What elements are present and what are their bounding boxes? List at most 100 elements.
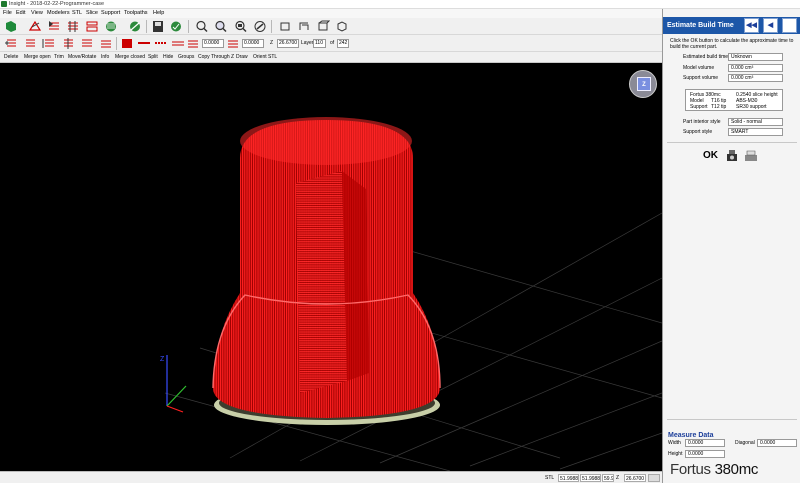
- layer-field[interactable]: 110: [313, 39, 326, 48]
- slice-button[interactable]: [47, 20, 61, 33]
- window-title: Insight - 2018-02-22-Programmer-case: [9, 1, 105, 7]
- support-style-value[interactable]: SMART: [728, 128, 783, 136]
- measure-width-label: Width: [668, 440, 681, 446]
- info-action[interactable]: Info: [101, 52, 109, 63]
- menu-view[interactable]: View: [31, 9, 43, 18]
- merge-open-action[interactable]: Merge open: [24, 52, 51, 63]
- 3d-viewport[interactable]: Z: [0, 63, 662, 471]
- printer-icon[interactable]: [743, 149, 759, 163]
- estimated-build-time-value: Unknown: [728, 53, 783, 61]
- fill-tool-button[interactable]: [128, 20, 142, 33]
- curve-join-icon[interactable]: [80, 37, 94, 50]
- raster-fill-icon[interactable]: [120, 37, 134, 50]
- of-label: of: [330, 40, 335, 46]
- nav-back-button[interactable]: ◀: [763, 18, 778, 33]
- menu-toolpaths[interactable]: Toolpaths: [124, 9, 148, 18]
- menu-file[interactable]: File: [3, 9, 12, 18]
- measure-height-label: Height: [668, 451, 683, 457]
- support-button[interactable]: [66, 20, 80, 33]
- view-front-icon[interactable]: [297, 20, 311, 33]
- layer-label: Layer: [301, 40, 314, 46]
- dash-style-icon[interactable]: [154, 37, 168, 50]
- view-cube-face: Z: [637, 77, 651, 91]
- support-tip: T12 tip: [711, 104, 727, 110]
- line-style-icon[interactable]: [137, 37, 151, 50]
- panel-header: Estimate Build Time ◀◀ ◀: [663, 17, 800, 34]
- curve-split-icon[interactable]: [61, 37, 75, 50]
- stl-tools-button[interactable]: [28, 20, 42, 33]
- width-value-icon[interactable]: [186, 37, 200, 50]
- z-label: Z: [270, 40, 274, 46]
- measure-diagonal-value: 0.0000: [757, 439, 797, 447]
- status-z-label: Z: [616, 475, 620, 481]
- split-action[interactable]: Split: [148, 52, 158, 63]
- title-bar: Insight - 2018-02-22-Programmer-case: [0, 0, 800, 9]
- menu-stl[interactable]: STL: [72, 9, 82, 18]
- model-volume-label: Model volume: [683, 65, 715, 71]
- view-top-icon[interactable]: [278, 20, 292, 33]
- brand-watermark: Fortus 380mc: [670, 461, 758, 478]
- measure-diagonal-label: Diagonal: [735, 440, 755, 446]
- menu-edit[interactable]: Edit: [16, 9, 25, 18]
- width-field[interactable]: 0.0000: [202, 39, 224, 48]
- curve-down-icon[interactable]: [23, 37, 37, 50]
- support-material: SR30 support: [736, 104, 767, 110]
- move-rotate-action[interactable]: Move/Rotate: [68, 52, 96, 63]
- gap-value-icon[interactable]: [226, 37, 240, 50]
- menu-modelers[interactable]: Modelers: [47, 9, 70, 18]
- boundary-icon[interactable]: [99, 37, 113, 50]
- zoom-in-icon[interactable]: [195, 20, 209, 33]
- layer-total: 242: [337, 39, 349, 48]
- trim-action[interactable]: Trim: [54, 52, 64, 63]
- ok-button[interactable]: OK: [703, 149, 718, 163]
- menu-help[interactable]: Help: [153, 9, 164, 18]
- measure-title: Measure Data: [668, 432, 714, 439]
- nav-forward-button[interactable]: [782, 18, 797, 33]
- pan-icon[interactable]: [253, 20, 267, 33]
- contour-style-icon[interactable]: [171, 37, 185, 50]
- status-y2: 59.9999: [602, 474, 614, 482]
- hide-action[interactable]: Hide: [163, 52, 173, 63]
- print-job-icon[interactable]: [725, 149, 739, 163]
- support-volume-label: Support volume: [683, 75, 719, 81]
- status-stl-label: STL: [545, 475, 555, 481]
- nav-first-button[interactable]: ◀◀: [744, 18, 759, 33]
- axis-z-label: Z: [160, 356, 165, 363]
- view-iso-icon[interactable]: [335, 20, 349, 33]
- add-curve-icon[interactable]: [4, 37, 18, 50]
- support-label: Support: [690, 104, 708, 110]
- curve-up-icon[interactable]: [42, 37, 56, 50]
- delete-action[interactable]: Delete: [4, 52, 18, 63]
- z-height-field[interactable]: 26.6700: [277, 39, 299, 48]
- copy-through-z-action[interactable]: Copy Through Z: [198, 52, 234, 63]
- panel-description: Click the OK button to calculate the app…: [670, 38, 794, 50]
- support-style-label: Support style: [683, 129, 713, 135]
- view-side-icon[interactable]: [316, 20, 330, 33]
- menu-slice[interactable]: Slice: [86, 9, 98, 18]
- merge-closed-action[interactable]: Merge closed: [115, 52, 145, 63]
- part-interior-style-value[interactable]: Solid - normal: [728, 118, 783, 126]
- draw-action[interactable]: Draw: [236, 52, 248, 63]
- save-button[interactable]: [151, 20, 165, 33]
- open-part-button[interactable]: [4, 20, 18, 33]
- menu-support[interactable]: Support: [101, 9, 120, 18]
- brand-prefix: Fortus: [670, 461, 715, 478]
- zoom-fit-icon[interactable]: [234, 20, 248, 33]
- view-cube-icon[interactable]: Z: [629, 70, 657, 98]
- status-indicator: [648, 474, 660, 482]
- orient-stl-action[interactable]: Orient STL: [253, 52, 277, 63]
- axis-triad: Z: [160, 355, 187, 413]
- toolpath-button[interactable]: [85, 20, 99, 33]
- layer-tool-button[interactable]: [104, 20, 118, 33]
- status-z: 26.6700: [624, 474, 646, 482]
- groups-action[interactable]: Groups: [178, 52, 194, 63]
- panel-actions: OK: [703, 149, 763, 163]
- app-icon: [1, 1, 7, 7]
- save-job-button[interactable]: [169, 20, 183, 33]
- zoom-window-icon[interactable]: [214, 20, 228, 33]
- status-x: 51.9988: [558, 474, 579, 482]
- model-volume-value: 0.000 cm³: [728, 64, 783, 72]
- gap-field[interactable]: 0.0000: [242, 39, 264, 48]
- toolbar-separator: [271, 20, 272, 33]
- model-inner-part: [296, 171, 347, 393]
